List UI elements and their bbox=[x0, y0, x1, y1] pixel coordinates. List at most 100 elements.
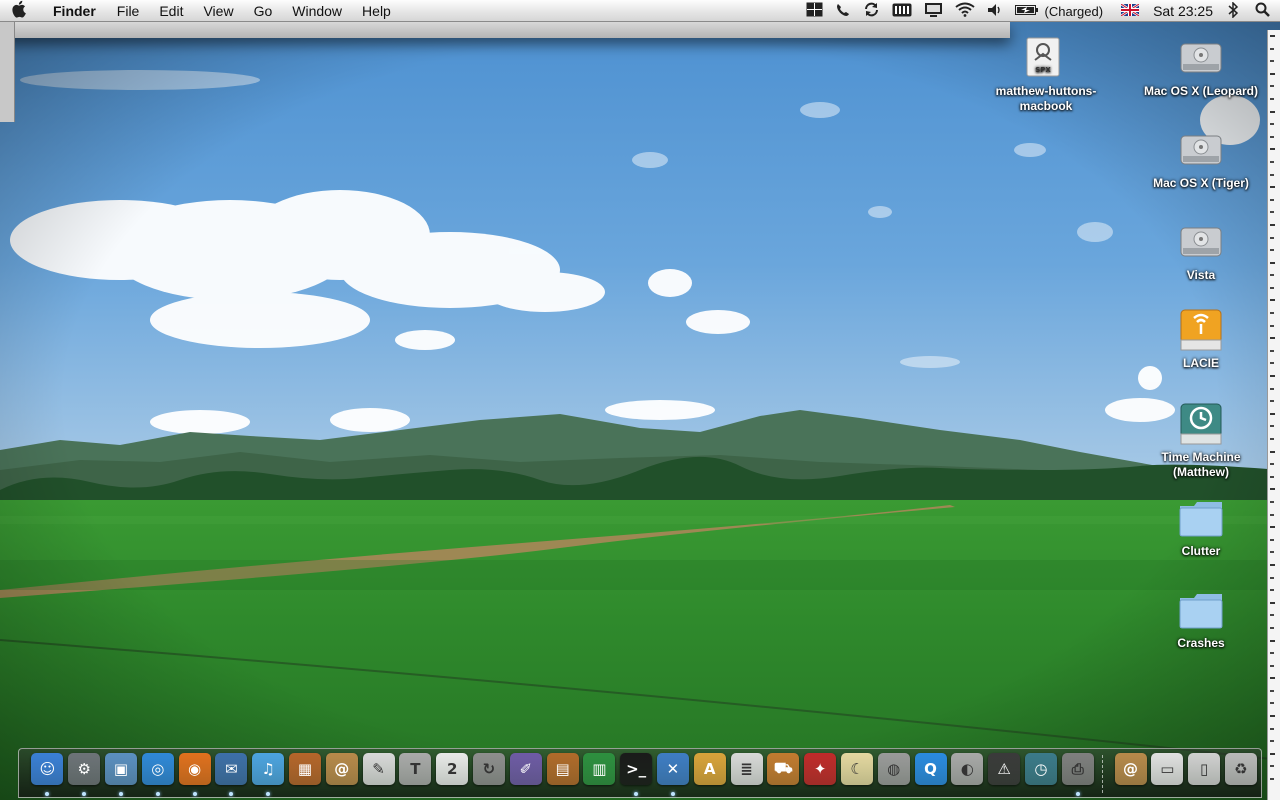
bluetooth-menu[interactable] bbox=[1221, 0, 1245, 22]
dock-downloads-stack[interactable]: ▯ bbox=[1186, 753, 1223, 793]
terminal-line bbox=[1268, 357, 1280, 371]
menu-go[interactable]: Go bbox=[244, 0, 283, 22]
dock-transmit[interactable]: ⛟ bbox=[765, 753, 802, 793]
dock-finder[interactable]: ☺ bbox=[29, 753, 66, 796]
terminal-line bbox=[1268, 269, 1280, 282]
battery-meter-menu[interactable] bbox=[886, 0, 918, 22]
dock-mail[interactable]: ✉ bbox=[213, 753, 250, 796]
xcode-icon: ✕ bbox=[656, 753, 689, 785]
finder-icon: ☺ bbox=[31, 753, 64, 785]
desktop-icon-leopard-drive[interactable]: Mac OS X (Leopard) bbox=[1141, 36, 1261, 99]
terminal-line bbox=[1268, 181, 1280, 194]
dock-separator[interactable] bbox=[1102, 755, 1106, 793]
menu-file[interactable]: File bbox=[107, 0, 150, 22]
desktop-icon-lacie-drive[interactable]: LACIE bbox=[1141, 308, 1261, 371]
desktop-icon-tiger-drive[interactable]: Mac OS X (Tiger) bbox=[1141, 128, 1261, 191]
display-menu[interactable] bbox=[918, 0, 949, 22]
running-indicator bbox=[118, 792, 123, 796]
applications-stack-icon: @ bbox=[1114, 753, 1147, 785]
background-window-left-edge[interactable] bbox=[0, 22, 15, 122]
desktop-icon-label: (Matthew) bbox=[1173, 465, 1229, 479]
dock-textedit[interactable]: ✎ bbox=[360, 753, 397, 793]
skype-icon bbox=[835, 2, 851, 21]
hard-drive-icon bbox=[1178, 36, 1224, 82]
desktop-icon-clutter-folder[interactable]: Clutter bbox=[1141, 496, 1261, 559]
dock-console[interactable]: ⚠ bbox=[986, 753, 1023, 793]
dock-keynote[interactable]: ▤ bbox=[544, 753, 581, 793]
background-terminal-window[interactable] bbox=[1267, 30, 1280, 800]
skype-menu[interactable] bbox=[829, 0, 857, 22]
dock-safari[interactable]: ◎ bbox=[139, 753, 176, 796]
iphoto-icon: ▦ bbox=[288, 753, 321, 785]
dock-numbers[interactable]: ▥ bbox=[581, 753, 618, 793]
dock-preview[interactable]: ▣ bbox=[103, 753, 140, 796]
volume-menu[interactable] bbox=[981, 0, 1009, 22]
menu-finder[interactable]: Finder bbox=[40, 0, 107, 22]
bluetooth-icon bbox=[1227, 0, 1239, 21]
dock-quicktime[interactable]: Q bbox=[912, 753, 949, 793]
dock-latex[interactable]: T bbox=[397, 753, 434, 793]
dock-address-book[interactable]: @ bbox=[323, 753, 360, 793]
dock-cd-burner[interactable]: ◐ bbox=[949, 753, 986, 793]
terminal-line bbox=[1268, 55, 1280, 68]
apple-menu[interactable] bbox=[0, 0, 40, 23]
script-editor-icon: ✐ bbox=[509, 753, 542, 785]
running-indicator bbox=[266, 792, 271, 796]
dock-printer[interactable]: ⎙ bbox=[1059, 753, 1096, 796]
running-indicator bbox=[82, 792, 87, 796]
dock-xcode[interactable]: ✕ bbox=[655, 753, 692, 796]
spaces-menu[interactable] bbox=[800, 0, 829, 22]
folder-icon bbox=[1178, 588, 1224, 634]
textwrangler-icon: ≣ bbox=[730, 753, 763, 785]
background-window-titlebar[interactable] bbox=[0, 22, 1010, 38]
terminal-line bbox=[1268, 508, 1280, 522]
terminal-line bbox=[1268, 206, 1280, 219]
input-menu[interactable] bbox=[1115, 0, 1145, 22]
desktop-icon-label: LACIE bbox=[1183, 356, 1219, 370]
dock-terminal[interactable]: >_ bbox=[618, 753, 655, 796]
dock-iphoto[interactable]: ▦ bbox=[287, 753, 324, 793]
dock-pages[interactable]: A bbox=[691, 753, 728, 793]
dock-acrobat[interactable]: ✦ bbox=[802, 753, 839, 793]
terminal-line bbox=[1268, 370, 1280, 383]
battery-menu[interactable]: (Charged) bbox=[1009, 0, 1116, 22]
sync-menu[interactable] bbox=[857, 0, 886, 22]
terminal-line bbox=[1268, 533, 1280, 547]
desktop-icon-time-machine-drive[interactable]: Time Machine (Matthew) bbox=[1141, 402, 1261, 480]
dock-sync[interactable]: ↻ bbox=[471, 753, 508, 793]
dock-itunes[interactable]: ♫ bbox=[250, 753, 287, 796]
menu-window[interactable]: Window bbox=[282, 0, 352, 22]
terminal-line bbox=[1268, 495, 1280, 509]
menu-help[interactable]: Help bbox=[352, 0, 401, 22]
dock-system-preferences[interactable]: ⚙ bbox=[66, 753, 103, 796]
terminal-line bbox=[1268, 458, 1280, 471]
desktop-icon-network-computer[interactable]: SPX matthew-huttons- macbook bbox=[986, 36, 1106, 114]
dock-taco[interactable]: ☾ bbox=[839, 753, 876, 793]
dock-ical[interactable]: 2 bbox=[434, 753, 471, 793]
dock-disk-utility[interactable]: ◍ bbox=[875, 753, 912, 793]
dock-applications-stack[interactable]: @ bbox=[1112, 753, 1149, 793]
menu-view[interactable]: View bbox=[193, 0, 243, 22]
dock-time-machine[interactable]: ◷ bbox=[1023, 753, 1060, 793]
menu-edit[interactable]: Edit bbox=[149, 0, 193, 22]
dock-textwrangler[interactable]: ≣ bbox=[728, 753, 765, 793]
dock-script-editor[interactable]: ✐ bbox=[507, 753, 544, 793]
terminal-line bbox=[1268, 92, 1280, 106]
wifi-menu[interactable] bbox=[949, 0, 981, 22]
spotlight-menu[interactable] bbox=[1245, 0, 1280, 22]
hard-drive-icon bbox=[1178, 220, 1224, 266]
console-icon: ⚠ bbox=[988, 753, 1021, 785]
dock-trash[interactable]: ♻ bbox=[1223, 753, 1260, 793]
dock-firefox[interactable]: ◉ bbox=[176, 753, 213, 796]
terminal-line bbox=[1268, 521, 1280, 534]
desktop-icon-crashes-folder[interactable]: Crashes bbox=[1141, 588, 1261, 651]
running-indicator bbox=[45, 792, 50, 796]
menu-clock[interactable]: Sat 23:25 bbox=[1145, 3, 1221, 19]
trash-icon: ♻ bbox=[1224, 753, 1257, 785]
pages-icon: A bbox=[693, 753, 726, 785]
wifi-icon bbox=[954, 2, 975, 20]
desktop-wallpaper bbox=[0, 0, 1280, 800]
dock-documents-stack[interactable]: ▭ bbox=[1149, 753, 1186, 793]
spaces-icon bbox=[806, 2, 823, 20]
desktop-icon-vista-drive[interactable]: Vista bbox=[1141, 220, 1261, 283]
